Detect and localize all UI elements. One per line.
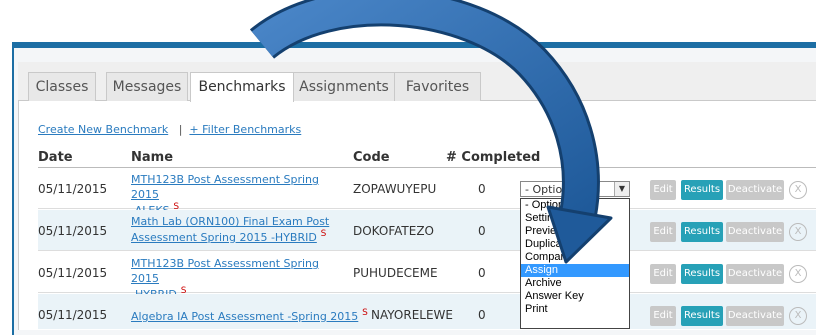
curved-arrow-icon [249, 0, 613, 264]
